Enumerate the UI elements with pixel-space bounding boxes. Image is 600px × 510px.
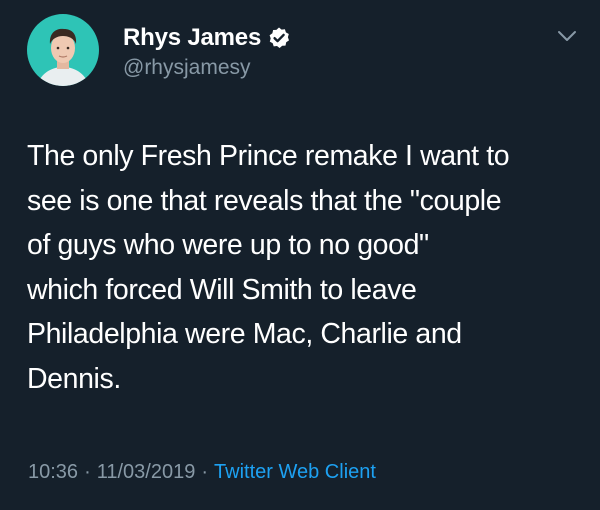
tweet-source-link[interactable]: Twitter Web Client <box>214 461 376 483</box>
meta-separator: · <box>84 461 91 483</box>
meta-separator: · <box>201 461 209 483</box>
tweet-line: see is one that reveals that the "couple <box>27 184 502 217</box>
tweet-line: Philadelphia were Mac, Charlie and <box>27 318 462 350</box>
tweet-time[interactable]: 10:36 <box>28 461 78 483</box>
tweet-line: of guys who were up to no good" <box>27 229 429 261</box>
verified-badge-icon <box>267 26 291 50</box>
tweet-line: which forced Will Smith to leave <box>27 273 417 306</box>
author-name-row[interactable]: Rhys James <box>123 24 291 52</box>
author-display-name[interactable]: Rhys James <box>123 24 261 52</box>
tweet-date[interactable]: 11/03/2019 <box>97 461 196 483</box>
chevron-down-icon[interactable] <box>555 26 579 46</box>
author-handle[interactable]: @rhysjamesy <box>123 55 251 81</box>
avatar[interactable] <box>27 14 99 86</box>
tweet-text: The only Fresh Prince remake I want to s… <box>27 134 582 401</box>
profile-photo <box>27 14 99 86</box>
tweet-line: Dennis. <box>27 362 121 395</box>
tweet-card: Rhys James @rhysjamesy The only Fresh Pr… <box>0 0 600 510</box>
tweet-meta: 10:36 · 11/03/2019 · Twitter Web Client <box>28 460 376 484</box>
tweet-line: The only Fresh Prince remake I want to <box>27 140 510 172</box>
